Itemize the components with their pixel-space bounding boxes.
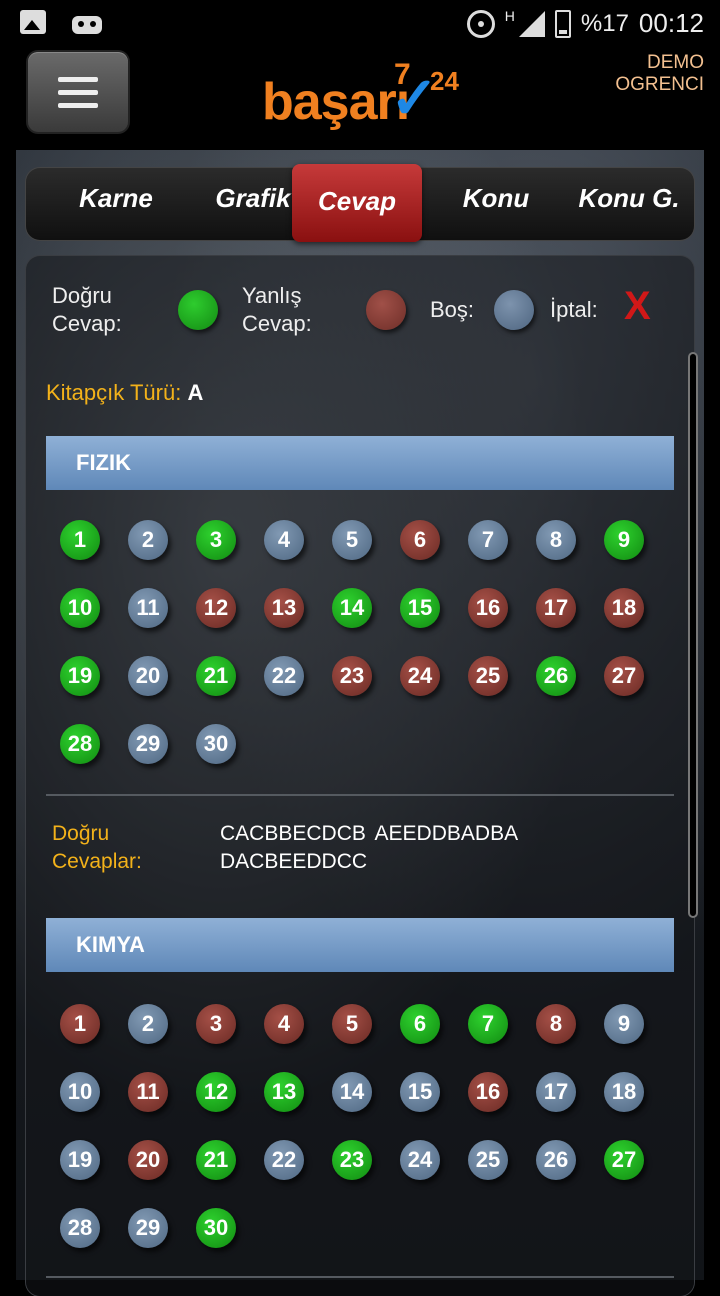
correct-answers-label: Doğru Cevaplar: xyxy=(52,822,142,873)
question-bubble[interactable]: 19 xyxy=(60,1140,100,1180)
question-bubble[interactable]: 3 xyxy=(196,1004,236,1044)
legend-correct-label: Doğru Cevap: xyxy=(52,283,122,336)
question-bubble[interactable]: 12 xyxy=(196,1072,236,1112)
question-bubble[interactable]: 16 xyxy=(468,588,508,628)
divider xyxy=(46,794,674,796)
question-bubble[interactable]: 7 xyxy=(468,520,508,560)
question-bubble[interactable]: 14 xyxy=(332,1072,372,1112)
question-bubble[interactable]: 23 xyxy=(332,656,372,696)
question-bubble[interactable]: 21 xyxy=(196,656,236,696)
tab-konu-g[interactable]: Konu G. xyxy=(566,168,692,240)
legend-empty-label: Boş: xyxy=(430,297,475,322)
signal-icon xyxy=(517,10,545,37)
question-bubble[interactable]: 22 xyxy=(264,1140,304,1180)
question-bubble[interactable]: 2 xyxy=(128,1004,168,1044)
question-bubble[interactable]: 13 xyxy=(264,1072,304,1112)
question-bubble[interactable]: 9 xyxy=(604,520,644,560)
legend-wrong-label: Yanlış Cevap: xyxy=(242,283,312,336)
question-bubble[interactable]: 22 xyxy=(264,656,304,696)
legend-wrong-dot xyxy=(366,290,406,330)
question-bubble[interactable]: 13 xyxy=(264,588,304,628)
question-bubble[interactable]: 4 xyxy=(264,1004,304,1044)
question-bubble[interactable]: 30 xyxy=(196,724,236,764)
user-name: DEMO OGRENCI xyxy=(615,52,704,95)
question-bubble[interactable]: 21 xyxy=(196,1140,236,1180)
question-bubble[interactable]: 6 xyxy=(400,1004,440,1044)
question-bubble[interactable]: 29 xyxy=(128,724,168,764)
question-bubble[interactable]: 25 xyxy=(468,1140,508,1180)
image-notification-icon xyxy=(20,10,46,34)
hotspot-icon xyxy=(466,9,495,38)
question-bubble[interactable]: 1 xyxy=(60,1004,100,1044)
question-bubble[interactable]: 8 xyxy=(536,520,576,560)
tab-karne[interactable]: Karne xyxy=(46,168,186,240)
question-bubble[interactable]: 25 xyxy=(468,656,508,696)
question-bubble[interactable]: 20 xyxy=(128,1140,168,1180)
question-bubble[interactable]: 8 xyxy=(536,1004,576,1044)
question-bubble[interactable]: 7 xyxy=(468,1004,508,1044)
legend-correct-dot xyxy=(178,290,218,330)
booklet-value: A xyxy=(187,380,204,405)
legend-cancel-label: İptal: xyxy=(550,297,598,322)
question-bubble[interactable]: 6 xyxy=(400,520,440,560)
battery-icon xyxy=(554,9,571,38)
question-bubble[interactable]: 23 xyxy=(332,1140,372,1180)
network-type: H xyxy=(504,8,515,24)
question-bubble[interactable]: 30 xyxy=(196,1208,236,1248)
question-bubble[interactable]: 27 xyxy=(604,1140,644,1180)
question-bubble[interactable]: 27 xyxy=(604,656,644,696)
battery-percent: %17 xyxy=(580,9,629,37)
question-bubble[interactable]: 19 xyxy=(60,656,100,696)
legend-empty-dot xyxy=(494,290,534,330)
question-bubble[interactable]: 17 xyxy=(536,1072,576,1112)
question-bubble[interactable]: 24 xyxy=(400,1140,440,1180)
question-bubble[interactable]: 17 xyxy=(536,588,576,628)
menu-button[interactable] xyxy=(28,52,128,132)
tab-cevap[interactable]: Cevap xyxy=(292,164,422,242)
booklet-type: Kitapçık Türü: A xyxy=(46,380,204,405)
app-header: başarı ✓ 7 24 DEMO OGRENCI xyxy=(0,48,720,150)
question-bubble[interactable]: 5 xyxy=(332,1004,372,1044)
tab-bar: Karne Grafik Cevap Konu Konu G. xyxy=(26,164,694,242)
question-bubble[interactable]: 29 xyxy=(128,1208,168,1248)
section-header-kimya: KIMYA xyxy=(46,918,674,972)
question-bubble[interactable]: 3 xyxy=(196,520,236,560)
question-bubble[interactable]: 11 xyxy=(128,588,168,628)
answers-panel xyxy=(26,256,694,1296)
tab-konu[interactable]: Konu xyxy=(426,168,566,240)
question-bubble[interactable]: 15 xyxy=(400,1072,440,1112)
question-bubble[interactable]: 24 xyxy=(400,656,440,696)
question-bubble[interactable]: 28 xyxy=(60,1208,100,1248)
question-bubble[interactable]: 26 xyxy=(536,656,576,696)
section-header-fizik: FIZIK xyxy=(46,436,674,490)
question-bubble[interactable]: 5 xyxy=(332,520,372,560)
question-bubble[interactable]: 10 xyxy=(60,588,100,628)
status-bar: H %17 00:12 xyxy=(0,0,720,48)
question-bubble[interactable]: 1 xyxy=(60,520,100,560)
question-bubble[interactable]: 15 xyxy=(400,588,440,628)
question-bubble[interactable]: 20 xyxy=(128,656,168,696)
android-notification-icon xyxy=(72,10,102,34)
question-bubble[interactable]: 18 xyxy=(604,588,644,628)
question-bubble[interactable]: 28 xyxy=(60,724,100,764)
question-bubble[interactable]: 12 xyxy=(196,588,236,628)
cancel-x-icon: X xyxy=(624,284,651,328)
correct-answers-value: CACBBECDCB AEEDDBADBA DACBEEDDCC xyxy=(220,822,519,873)
question-bubble[interactable]: 10 xyxy=(60,1072,100,1112)
app-logo: başarı ✓ 7 24 xyxy=(262,58,459,131)
question-bubble[interactable]: 16 xyxy=(468,1072,508,1112)
scrollbar[interactable] xyxy=(688,352,698,918)
question-bubble[interactable]: 2 xyxy=(128,520,168,560)
divider xyxy=(46,1276,674,1278)
question-bubble[interactable]: 26 xyxy=(536,1140,576,1180)
hamburger-icon xyxy=(58,76,98,82)
question-bubble[interactable]: 14 xyxy=(332,588,372,628)
question-bubble[interactable]: 18 xyxy=(604,1072,644,1112)
question-bubble[interactable]: 4 xyxy=(264,520,304,560)
legend: Doğru Cevap: Yanlış Cevap: Boş: İptal: xyxy=(26,282,666,342)
clock: 00:12 xyxy=(638,8,704,38)
question-bubble[interactable]: 11 xyxy=(128,1072,168,1112)
question-bubble[interactable]: 9 xyxy=(604,1004,644,1044)
